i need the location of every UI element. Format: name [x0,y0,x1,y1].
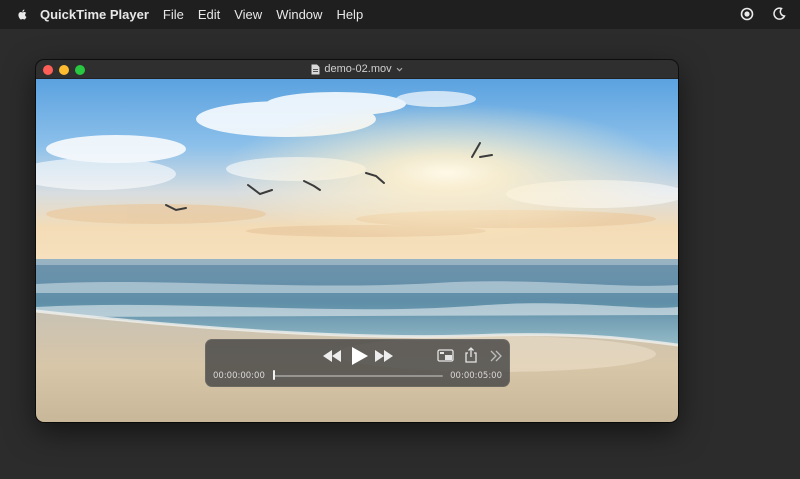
rewind-icon [323,350,341,362]
menu-file[interactable]: File [163,7,184,22]
close-button[interactable] [43,65,53,75]
scrubber-playhead[interactable] [273,370,275,380]
menu-window[interactable]: Window [276,7,322,22]
share-icon [465,347,477,363]
document-icon [311,64,320,74]
apple-logo-icon[interactable] [14,7,30,23]
fast-forward-button[interactable] [373,348,395,364]
more-button[interactable] [489,348,503,364]
scrubber-track[interactable] [274,375,443,377]
title-bar[interactable]: demo-02.mov [36,60,678,79]
double-chevron-right-icon [490,350,502,362]
chevron-down-icon [396,67,403,71]
rewind-button[interactable] [321,348,343,364]
menu-help[interactable]: Help [336,7,363,22]
video-frame[interactable]: 00:00:00:00 00:00:05:00 [36,79,678,422]
moon-icon[interactable] [772,7,786,21]
share-button[interactable] [464,346,478,364]
playback-controls: 00:00:00:00 00:00:05:00 [205,339,510,387]
status-area [740,7,786,21]
picture-in-picture-button[interactable] [437,348,455,364]
play-button[interactable] [348,345,370,367]
zoom-button[interactable] [75,65,85,75]
window-title-text: demo-02.mov [324,63,392,75]
play-icon [352,347,368,365]
window-controls [43,65,85,75]
picture-in-picture-icon [437,349,454,362]
menu-view[interactable]: View [234,7,262,22]
desktop: QuickTime Player File Edit View Window H… [0,0,800,479]
minimize-button[interactable] [59,65,69,75]
current-time: 00:00:00:00 [213,371,265,381]
fast-forward-icon [375,350,393,362]
window-title[interactable]: demo-02.mov [311,63,403,75]
duration-time: 00:00:05:00 [450,371,502,381]
menu-edit[interactable]: Edit [198,7,220,22]
record-icon[interactable] [740,7,754,21]
menu-bar: QuickTime Player File Edit View Window H… [0,0,800,29]
app-name-menu[interactable]: QuickTime Player [40,7,149,22]
player-window: demo-02.mov 00:00:00:00 00:00:05:00 [36,60,678,422]
